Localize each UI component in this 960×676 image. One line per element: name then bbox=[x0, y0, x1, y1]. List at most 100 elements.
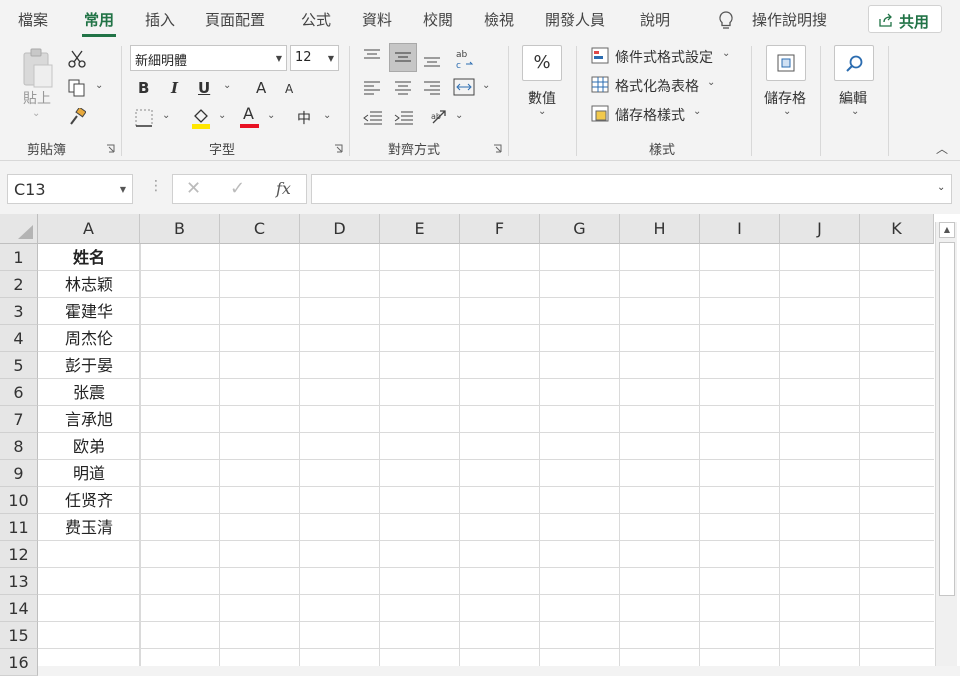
name-box[interactable]: C13 ▼ bbox=[7, 174, 133, 204]
tab-data[interactable]: 資料 bbox=[362, 9, 392, 30]
tab-page-layout[interactable]: 頁面配置 bbox=[205, 9, 265, 30]
fill-color-icon[interactable] bbox=[191, 107, 211, 129]
header-cell-a1[interactable]: 姓名 bbox=[38, 244, 140, 271]
cell-a11[interactable]: 费玉清 bbox=[38, 514, 140, 541]
font-size-box[interactable]: 12 ▼ bbox=[290, 45, 339, 71]
cells-button[interactable] bbox=[766, 45, 806, 81]
select-all-button[interactable] bbox=[0, 214, 38, 244]
row-header-14[interactable]: 14 bbox=[0, 595, 38, 622]
copy-dropdown[interactable]: ⌄ bbox=[95, 80, 103, 91]
bottom-align-icon[interactable] bbox=[422, 54, 442, 70]
shrink-font-button[interactable]: A bbox=[285, 82, 293, 96]
underline-button[interactable]: U bbox=[198, 79, 210, 97]
formula-bar-grip[interactable]: ⋮ bbox=[149, 178, 163, 194]
cell-a6[interactable]: 张震 bbox=[38, 379, 140, 406]
tell-me-search[interactable]: 操作說明搜 bbox=[752, 9, 827, 30]
row-header-7[interactable]: 7 bbox=[0, 406, 38, 433]
italic-button[interactable]: I bbox=[171, 79, 178, 97]
cancel-icon[interactable]: ✕ bbox=[186, 178, 201, 199]
formula-input[interactable] bbox=[311, 174, 952, 204]
font-launcher-icon[interactable] bbox=[334, 144, 343, 153]
insert-function-button[interactable]: fx bbox=[276, 179, 291, 198]
collapse-ribbon-icon[interactable]: ︿ bbox=[936, 140, 948, 157]
cut-icon[interactable] bbox=[68, 50, 86, 68]
column-header-i[interactable]: I bbox=[700, 214, 780, 244]
cell-styles-icon[interactable] bbox=[591, 105, 611, 123]
format-as-table-icon[interactable] bbox=[591, 76, 611, 94]
top-align-icon[interactable] bbox=[362, 48, 382, 64]
orientation-dropdown[interactable]: ⌄ bbox=[455, 110, 463, 121]
font-color-button[interactable]: A bbox=[243, 104, 254, 123]
tab-formulas[interactable]: 公式 bbox=[301, 9, 331, 30]
scroll-thumb[interactable] bbox=[939, 242, 955, 596]
fill-color-dropdown[interactable]: ⌄ bbox=[218, 110, 226, 121]
merge-dropdown[interactable]: ⌄ bbox=[482, 80, 490, 91]
font-color-dropdown[interactable]: ⌄ bbox=[267, 110, 275, 121]
lightbulb-icon[interactable] bbox=[716, 10, 736, 32]
cell-grid[interactable] bbox=[38, 244, 934, 666]
column-header-j[interactable]: J bbox=[780, 214, 860, 244]
column-header-b[interactable]: B bbox=[140, 214, 220, 244]
format-painter-icon[interactable] bbox=[68, 108, 86, 126]
column-header-f[interactable]: F bbox=[460, 214, 540, 244]
align-center-icon[interactable] bbox=[393, 80, 413, 96]
cell-a4[interactable]: 周杰伦 bbox=[38, 325, 140, 352]
cell-a3[interactable]: 霍建华 bbox=[38, 298, 140, 325]
increase-indent-icon[interactable] bbox=[393, 110, 415, 126]
borders-icon[interactable] bbox=[135, 109, 153, 127]
row-header-6[interactable]: 6 bbox=[0, 379, 38, 406]
column-header-e[interactable]: E bbox=[380, 214, 460, 244]
cell-a9[interactable]: 明道 bbox=[38, 460, 140, 487]
column-header-g[interactable]: G bbox=[540, 214, 620, 244]
editing-dropdown[interactable]: ⌄ bbox=[851, 106, 859, 117]
scroll-up-button[interactable]: ▲ bbox=[939, 222, 955, 238]
enter-icon[interactable]: ✓ bbox=[230, 178, 245, 199]
phonetic-dropdown[interactable]: ⌄ bbox=[323, 110, 331, 121]
clipboard-launcher-icon[interactable] bbox=[106, 144, 115, 153]
column-header-k[interactable]: K bbox=[860, 214, 934, 244]
row-header-13[interactable]: 13 bbox=[0, 568, 38, 595]
number-dropdown[interactable]: ⌄ bbox=[538, 106, 546, 117]
grow-font-button[interactable]: A bbox=[256, 79, 266, 97]
row-header-5[interactable]: 5 bbox=[0, 352, 38, 379]
number-format-button[interactable]: % bbox=[522, 45, 562, 81]
column-header-d[interactable]: D bbox=[300, 214, 380, 244]
column-header-h[interactable]: H bbox=[620, 214, 700, 244]
editing-button[interactable] bbox=[834, 45, 874, 81]
format-as-table-button[interactable]: 格式化為表格 bbox=[615, 76, 699, 96]
paste-dropdown[interactable]: ⌄ bbox=[32, 108, 40, 119]
borders-dropdown[interactable]: ⌄ bbox=[162, 110, 170, 121]
column-header-a[interactable]: A bbox=[38, 214, 140, 244]
row-header-2[interactable]: 2 bbox=[0, 271, 38, 298]
cell-a5[interactable]: 彭于晏 bbox=[38, 352, 140, 379]
column-header-c[interactable]: C bbox=[220, 214, 300, 244]
copy-icon[interactable] bbox=[68, 79, 86, 97]
tab-home[interactable]: 常用 bbox=[81, 9, 117, 37]
vertical-scrollbar[interactable]: ▲ bbox=[935, 222, 957, 666]
cell-styles-button[interactable]: 儲存格樣式 bbox=[615, 105, 685, 125]
row-header-4[interactable]: 4 bbox=[0, 325, 38, 352]
conditional-formatting-button[interactable]: 條件式格式設定 bbox=[615, 47, 713, 67]
tab-review[interactable]: 校閱 bbox=[423, 9, 453, 30]
cell-a8[interactable]: 欧弟 bbox=[38, 433, 140, 460]
orientation-icon[interactable]: abc bbox=[455, 48, 475, 70]
tab-insert[interactable]: 插入 bbox=[145, 9, 175, 30]
conditional-formatting-icon[interactable] bbox=[591, 47, 611, 65]
align-left-icon[interactable] bbox=[362, 80, 382, 96]
middle-align-button[interactable] bbox=[389, 43, 417, 72]
cells-dropdown[interactable]: ⌄ bbox=[783, 106, 791, 117]
cell-a7[interactable]: 言承旭 bbox=[38, 406, 140, 433]
expand-formula-bar-icon[interactable]: ⌄ bbox=[937, 182, 945, 193]
tab-view[interactable]: 檢視 bbox=[484, 9, 514, 30]
row-header-15[interactable]: 15 bbox=[0, 622, 38, 649]
tab-developer[interactable]: 開發人員 bbox=[545, 9, 605, 30]
decrease-indent-icon[interactable] bbox=[362, 110, 384, 126]
wrap-text-icon[interactable]: ab bbox=[430, 107, 452, 127]
cell-a10[interactable]: 任贤齐 bbox=[38, 487, 140, 514]
cell-a2[interactable]: 林志颖 bbox=[38, 271, 140, 298]
share-button[interactable]: 共用 bbox=[868, 5, 942, 33]
row-header-1[interactable]: 1 bbox=[0, 244, 38, 271]
tab-help[interactable]: 說明 bbox=[640, 9, 670, 30]
cell-styles-dropdown[interactable]: ⌄ bbox=[693, 106, 701, 117]
row-header-10[interactable]: 10 bbox=[0, 487, 38, 514]
